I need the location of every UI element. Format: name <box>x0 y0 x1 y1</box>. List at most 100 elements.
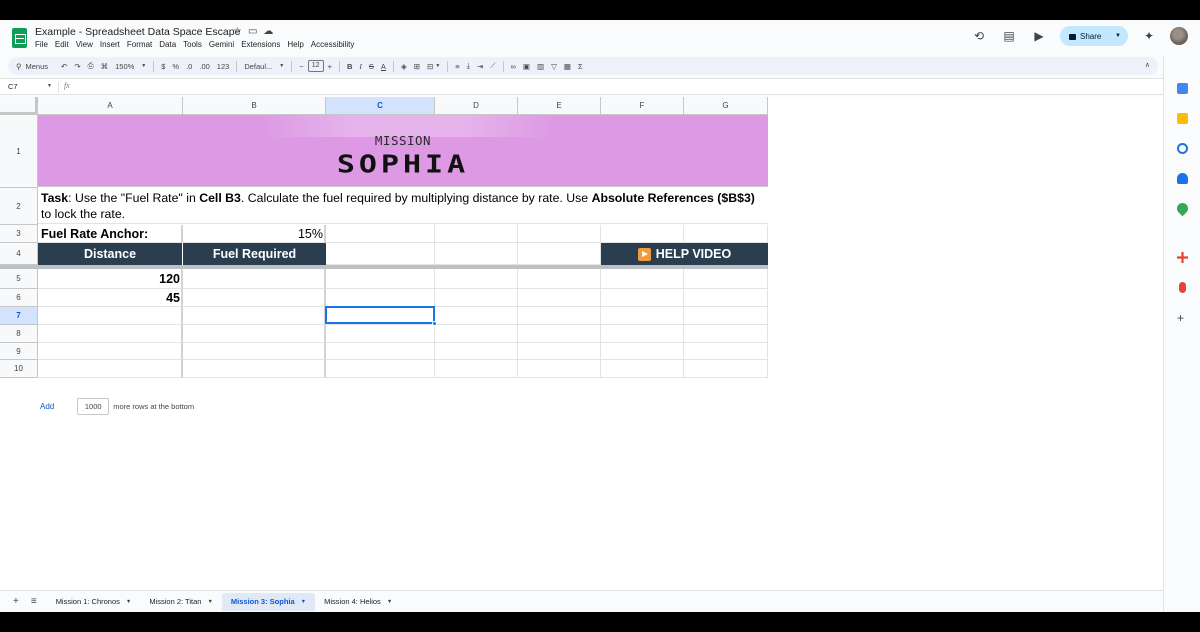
meet-icon[interactable]: ▶ <box>1030 27 1048 45</box>
expand-panel-icon[interactable]: › <box>1179 611 1182 612</box>
cell-g7[interactable] <box>684 307 768 325</box>
text-rotation-icon[interactable]: ⟋ <box>490 61 495 71</box>
row-header-8[interactable]: 8 <box>0 325 38 343</box>
cell-d8[interactable] <box>435 325 518 343</box>
horizontal-align-icon[interactable]: ≡ <box>455 62 459 71</box>
cell-a8[interactable] <box>38 325 183 343</box>
cell-a7[interactable] <box>38 307 183 325</box>
zoom-select[interactable]: 150% <box>115 62 134 71</box>
menu-tools[interactable]: Tools <box>183 40 202 49</box>
menu-extensions[interactable]: Extensions <box>241 40 280 49</box>
add-rows-count-input[interactable]: 1000 <box>77 398 110 415</box>
move-folder-icon[interactable]: ▭ <box>248 26 257 37</box>
row-header-10[interactable]: 10 <box>0 360 38 378</box>
active-cell-selection[interactable] <box>325 306 435 324</box>
column-header-f[interactable]: F <box>601 97 684 115</box>
font-size-decrease-button[interactable]: − <box>299 62 303 71</box>
cell-b7[interactable] <box>183 307 326 325</box>
column-header-d[interactable]: D <box>435 97 518 115</box>
cell-c9[interactable] <box>326 343 435 360</box>
cell-g3[interactable] <box>684 225 768 243</box>
print-icon[interactable]: ⎙ <box>88 61 94 71</box>
contacts-icon[interactable] <box>1177 173 1188 184</box>
tab-caret-icon[interactable]: ▼ <box>207 599 212 605</box>
number-format-button[interactable]: 123 <box>217 62 230 71</box>
cell-g5[interactable] <box>684 269 768 289</box>
cell-b8[interactable] <box>183 325 326 343</box>
cloud-status-icon[interactable]: ☁ <box>263 26 273 37</box>
menu-gemini[interactable]: Gemini <box>209 40 234 49</box>
share-button[interactable]: Share ▼ <box>1060 26 1128 46</box>
cell-c6[interactable] <box>326 289 435 307</box>
mission-banner[interactable]: MISSION SOPHIA <box>38 115 768 187</box>
redo-icon[interactable]: ↷ <box>74 62 80 71</box>
increase-decimal-button[interactable]: .00 <box>199 62 209 71</box>
fuel-required-header[interactable]: Fuel Required <box>183 243 326 265</box>
column-header-a[interactable]: A <box>38 97 183 115</box>
cell-b6[interactable] <box>183 289 326 307</box>
strikethrough-button[interactable]: S <box>369 62 374 71</box>
document-title[interactable]: Example - Spreadsheet Data Space Escape <box>35 26 240 38</box>
insert-comment-icon[interactable]: ▣ <box>523 62 530 71</box>
menu-file[interactable]: File <box>35 40 48 49</box>
calendar-icon[interactable] <box>1177 83 1188 94</box>
cell-c3[interactable] <box>326 225 435 243</box>
font-caret-icon[interactable]: ▼ <box>279 63 284 69</box>
cell-b9[interactable] <box>183 343 326 360</box>
add-sheet-icon[interactable]: + <box>13 596 19 607</box>
insert-link-icon[interactable]: ∞ <box>511 62 516 71</box>
select-all-corner[interactable] <box>0 97 38 115</box>
menu-edit[interactable]: Edit <box>55 40 69 49</box>
history-icon[interactable]: ⟲ <box>970 27 988 45</box>
name-box[interactable]: C7 <box>8 82 18 91</box>
menu-data[interactable]: Data <box>159 40 176 49</box>
tab-mission-4[interactable]: Mission 4: Helios ▼ <box>315 593 401 611</box>
text-wrap-icon[interactable]: ⇥ <box>477 62 483 71</box>
row-header-2[interactable]: 2 <box>0 188 38 225</box>
menu-insert[interactable]: Insert <box>100 40 120 49</box>
menus-search[interactable]: ⚲ Menus <box>16 62 48 71</box>
cell-d6[interactable] <box>435 289 518 307</box>
tab-mission-1[interactable]: Mission 1: Chronos ▼ <box>47 593 141 611</box>
cell-f5[interactable] <box>601 269 684 289</box>
cell-f6[interactable] <box>601 289 684 307</box>
maps-icon[interactable] <box>1174 200 1191 217</box>
cell-d5[interactable] <box>435 269 518 289</box>
tab-mission-2[interactable]: Mission 2: Titan ▼ <box>140 593 222 611</box>
column-header-e[interactable]: E <box>518 97 601 115</box>
paint-format-icon[interactable]: ⌘ <box>101 62 109 71</box>
row-header-6[interactable]: 6 <box>0 289 38 307</box>
italic-button[interactable]: I <box>359 62 362 71</box>
cell-d4[interactable] <box>435 243 518 265</box>
help-video-button[interactable]: HELP VIDEO <box>601 243 768 265</box>
collapse-toolbar-icon[interactable]: ∧ <box>1145 61 1150 69</box>
percent-format-button[interactable]: % <box>172 62 179 71</box>
cell-f9[interactable] <box>601 343 684 360</box>
cell-e7[interactable] <box>518 307 601 325</box>
row-header-4[interactable]: 4 <box>0 243 38 265</box>
fill-handle[interactable] <box>432 321 437 326</box>
font-family-select[interactable]: Defaul... <box>244 62 272 71</box>
cell-g10[interactable] <box>684 360 768 378</box>
cell-b5[interactable] <box>183 269 326 289</box>
cell-a10[interactable] <box>38 360 183 378</box>
cell-f10[interactable] <box>601 360 684 378</box>
cell-d10[interactable] <box>435 360 518 378</box>
cell-e10[interactable] <box>518 360 601 378</box>
functions-button[interactable]: Σ <box>578 62 583 71</box>
cell-e4[interactable] <box>518 243 601 265</box>
column-header-g[interactable]: G <box>684 97 768 115</box>
cell-g6[interactable] <box>684 289 768 307</box>
font-size-input[interactable]: 12 <box>307 60 324 72</box>
cell-d7[interactable] <box>435 307 518 325</box>
task-instructions-cell[interactable]: Task: Use the "Fuel Rate" in Cell B3. Ca… <box>38 188 768 224</box>
cell-e3[interactable] <box>518 225 601 243</box>
tab-caret-icon[interactable]: ▼ <box>126 599 131 605</box>
cell-f3[interactable] <box>601 225 684 243</box>
cell-c5[interactable] <box>326 269 435 289</box>
gemini-sparkle-icon[interactable]: ✦ <box>1140 27 1158 45</box>
merge-cells-icon[interactable]: ⊟ <box>427 62 433 71</box>
microphone-icon[interactable] <box>1179 282 1186 293</box>
zoom-caret-icon[interactable]: ▼ <box>141 63 146 69</box>
cell-c8[interactable] <box>326 325 435 343</box>
